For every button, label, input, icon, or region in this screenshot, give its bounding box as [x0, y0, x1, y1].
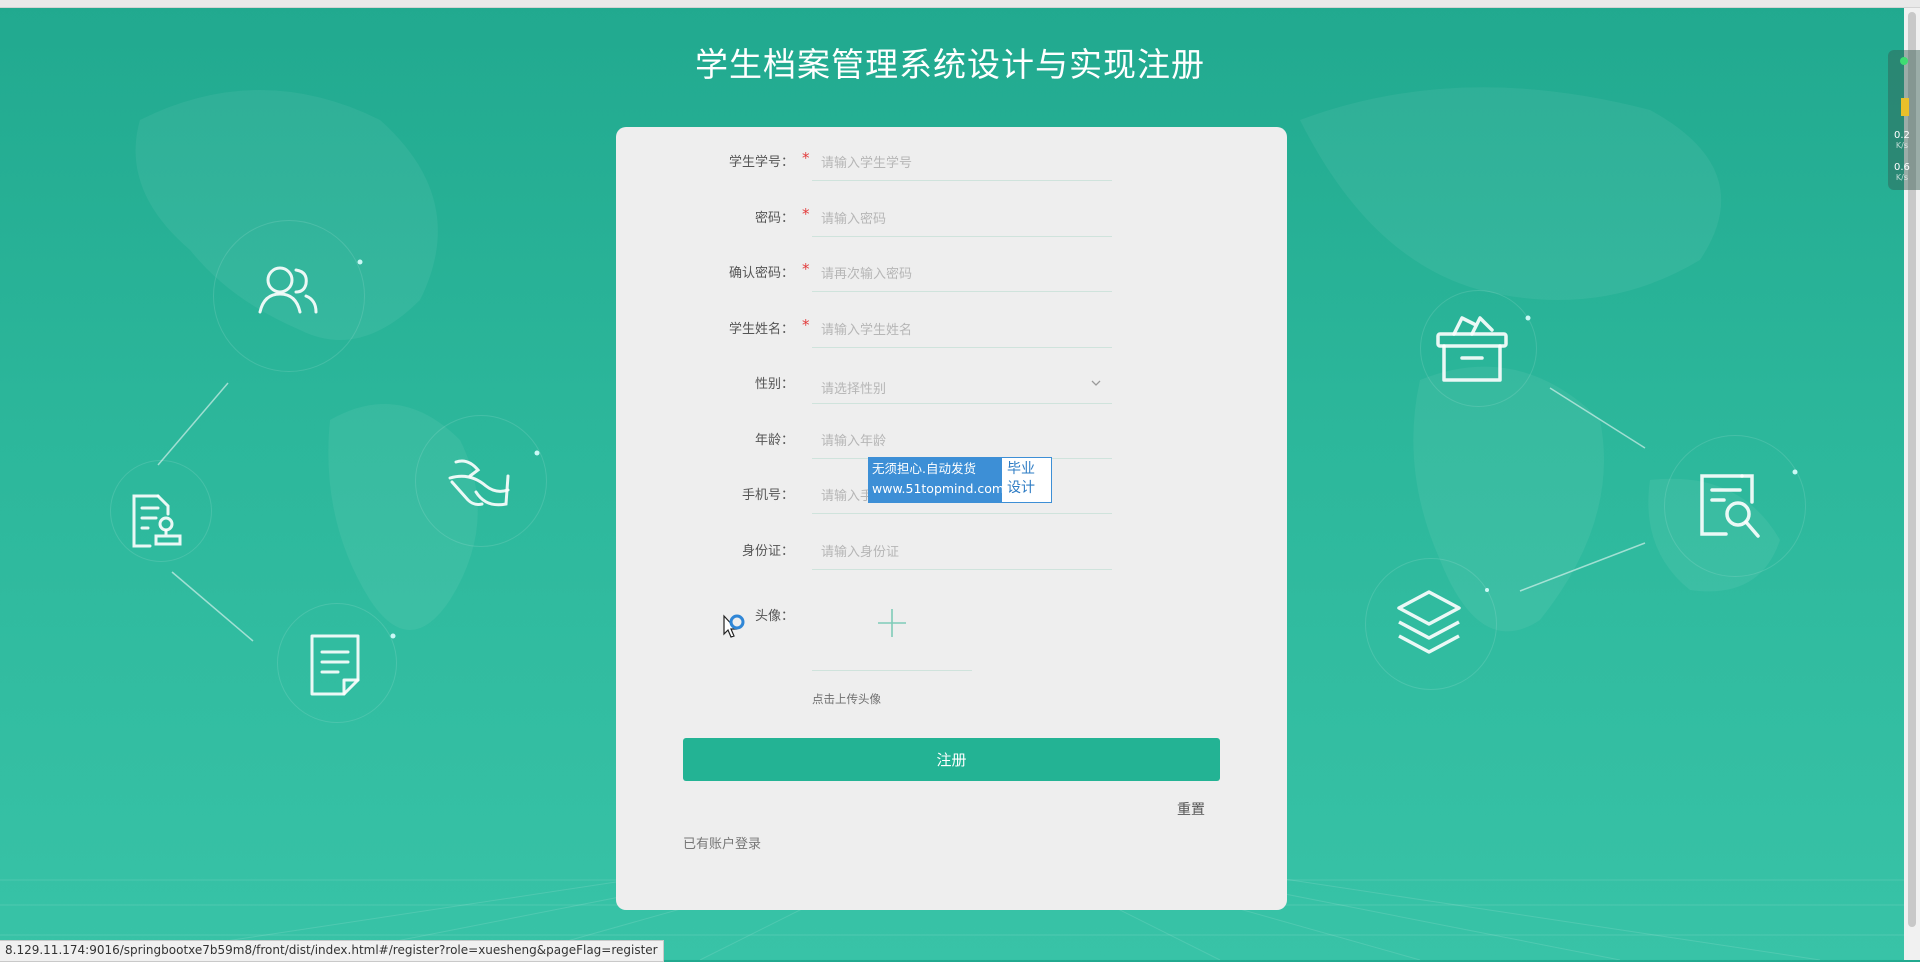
feather-icon	[448, 459, 510, 507]
login-link[interactable]: 已有账户登录	[683, 833, 761, 852]
required-mark: *	[802, 205, 810, 223]
confirm-password-label: 确认密码：	[728, 266, 794, 281]
register-panel: 学生学号： * 密码： * 确认密码： * 学生姓名： * 性别： 请选择性别 …	[616, 127, 1287, 910]
student-id-label: 学生学号：	[728, 155, 794, 170]
form-row-password: 密码： *	[616, 203, 1287, 243]
student-id-input[interactable]	[812, 147, 1112, 181]
plus-icon	[878, 609, 906, 637]
password-input[interactable]	[812, 203, 1112, 237]
watermark-tag-line2: 设计	[1007, 480, 1035, 496]
page-title: 学生档案管理系统设计与实现注册	[695, 45, 1205, 84]
student-name-label: 学生姓名：	[728, 322, 794, 337]
required-mark: *	[802, 316, 810, 334]
confirm-password-input[interactable]	[812, 258, 1112, 292]
archive-box-icon	[1436, 316, 1508, 382]
stamp-document-icon	[132, 494, 182, 548]
users-icon	[258, 266, 318, 314]
status-dot-icon	[1900, 57, 1908, 65]
layers-icon	[1397, 590, 1461, 654]
watermark-line1: 无须担心.自动发货	[872, 461, 976, 476]
watermark-text: 无须担心.自动发货 www.51topmind.com	[869, 458, 1005, 502]
gender-label: 性别：	[754, 377, 794, 392]
gender-select-placeholder: 请选择性别	[821, 382, 887, 397]
search-document-icon	[1700, 474, 1760, 538]
download-speed: 0.6 K/s	[1894, 162, 1910, 182]
watermark-tag: 毕业 设计	[1002, 458, 1051, 502]
watermark-badge: 无须担心.自动发货 www.51topmind.com 毕业 设计	[868, 457, 1052, 503]
required-mark: *	[802, 260, 810, 278]
upload-hint: 点击上传头像	[812, 692, 881, 706]
form-row-student-name: 学生姓名： *	[616, 314, 1287, 354]
age-label: 年龄：	[754, 433, 794, 448]
required-mark: *	[802, 149, 810, 167]
avatar-label: 头像：	[754, 609, 794, 624]
age-input[interactable]	[812, 425, 1112, 459]
browser-status-url: 8.129.11.174:9016/springbootxe7b59m8/fro…	[0, 940, 664, 962]
upload-speed: 0.2 K/s	[1894, 130, 1910, 150]
chevron-down-icon	[1090, 377, 1102, 392]
phone-label: 手机号：	[741, 488, 794, 503]
form-row-gender: 性别： 请选择性别	[616, 369, 1287, 409]
password-label: 密码：	[754, 211, 794, 226]
gender-select[interactable]: 请选择性别	[812, 369, 1112, 404]
avatar-upload[interactable]	[812, 598, 972, 671]
network-monitor-widget: 0.2 K/s 0.6 K/s	[1888, 50, 1920, 190]
student-name-input[interactable]	[812, 314, 1112, 348]
form-row-confirm-password: 确认密码： *	[616, 258, 1287, 298]
form-row-student-id: 学生学号： *	[616, 147, 1287, 187]
form-row-id-card: 身份证：	[616, 536, 1287, 576]
watermark-line2: www.51topmind.com	[872, 481, 1005, 496]
register-button[interactable]: 注册	[683, 738, 1220, 781]
watermark-tag-line1: 毕业	[1007, 461, 1035, 477]
reset-button[interactable]: 重置	[1177, 799, 1205, 819]
id-card-label: 身份证：	[741, 544, 794, 559]
usage-bar-icon	[1901, 98, 1909, 116]
id-card-input[interactable]	[812, 536, 1112, 570]
note-icon	[310, 634, 360, 696]
mouse-cursor-icon	[723, 614, 745, 638]
